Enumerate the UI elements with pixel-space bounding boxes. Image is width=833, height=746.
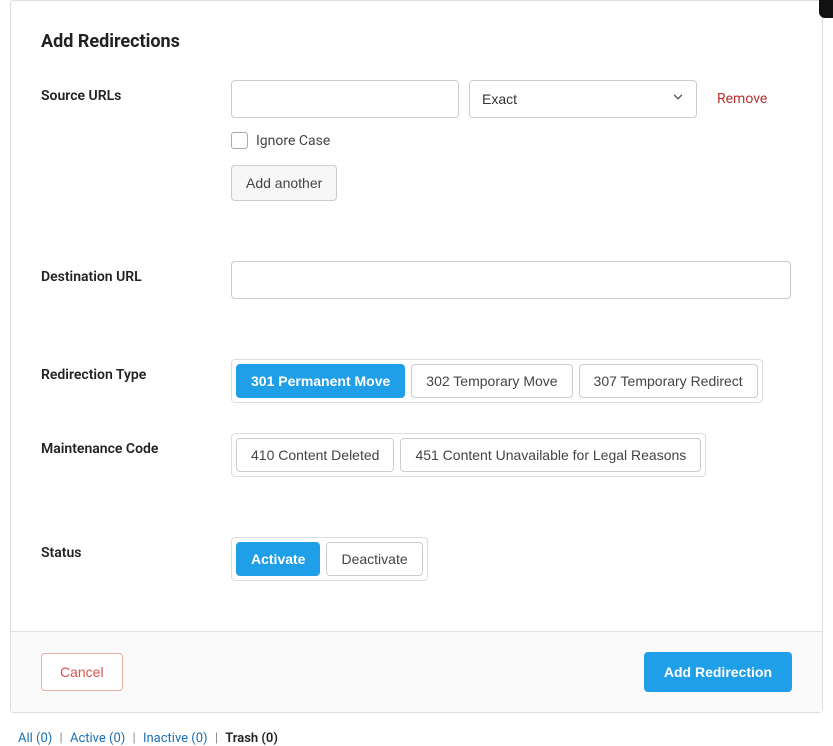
maintenance-code-controls: 410 Content Deleted 451 Content Unavaila… bbox=[231, 433, 792, 477]
maintenance-code-group: 410 Content Deleted 451 Content Unavaila… bbox=[231, 433, 706, 477]
source-url-input[interactable] bbox=[231, 80, 459, 118]
tab-inactive[interactable]: Inactive (0) bbox=[143, 731, 208, 746]
ignore-case-checkbox[interactable] bbox=[231, 132, 248, 149]
pill-301[interactable]: 301 Permanent Move bbox=[236, 364, 405, 398]
label-maintenance-code: Maintenance Code bbox=[41, 433, 231, 457]
tab-separator: | bbox=[133, 731, 136, 746]
redirection-type-group: 301 Permanent Move 302 Temporary Move 30… bbox=[231, 359, 763, 403]
add-redirections-panel: Add Redirections Source URLs Exact Remov… bbox=[10, 0, 823, 713]
redirection-type-controls: 301 Permanent Move 302 Temporary Move 30… bbox=[231, 359, 792, 403]
status-group: Activate Deactivate bbox=[231, 537, 428, 581]
panel-footer: Cancel Add Redirection bbox=[11, 631, 822, 712]
match-type-select[interactable]: Exact bbox=[469, 80, 697, 118]
cancel-button[interactable]: Cancel bbox=[41, 653, 123, 691]
row-maintenance-code: Maintenance Code 410 Content Deleted 451… bbox=[41, 433, 792, 477]
match-type-select-wrap: Exact bbox=[469, 80, 697, 118]
status-controls: Activate Deactivate bbox=[231, 537, 792, 581]
source-url-row: Exact Remove bbox=[231, 80, 792, 118]
ignore-case-row: Ignore Case bbox=[231, 132, 792, 149]
pill-deactivate[interactable]: Deactivate bbox=[326, 542, 422, 576]
pill-451[interactable]: 451 Content Unavailable for Legal Reason… bbox=[400, 438, 701, 472]
row-redirection-type: Redirection Type 301 Permanent Move 302 … bbox=[41, 359, 792, 403]
label-source-urls: Source URLs bbox=[41, 80, 231, 104]
pill-302[interactable]: 302 Temporary Move bbox=[411, 364, 572, 398]
tab-all[interactable]: All (0) bbox=[18, 731, 52, 746]
destination-controls bbox=[231, 261, 792, 299]
add-another-button[interactable]: Add another bbox=[231, 165, 337, 201]
pill-307[interactable]: 307 Temporary Redirect bbox=[579, 364, 758, 398]
tab-separator: | bbox=[60, 731, 63, 746]
tab-trash[interactable]: Trash (0) bbox=[225, 731, 278, 746]
row-source-urls: Source URLs Exact Remove bbox=[41, 80, 792, 201]
remove-source-link[interactable]: Remove bbox=[717, 91, 767, 107]
source-controls: Exact Remove Ignore Case Add another bbox=[231, 80, 792, 201]
label-redirection-type: Redirection Type bbox=[41, 359, 231, 383]
panel-title: Add Redirections bbox=[41, 31, 792, 52]
ignore-case-label: Ignore Case bbox=[256, 133, 330, 149]
pill-activate[interactable]: Activate bbox=[236, 542, 320, 576]
pill-410[interactable]: 410 Content Deleted bbox=[236, 438, 394, 472]
tab-separator: | bbox=[215, 731, 218, 746]
add-redirection-button[interactable]: Add Redirection bbox=[644, 652, 792, 692]
label-status: Status bbox=[41, 537, 231, 561]
label-destination-url: Destination URL bbox=[41, 261, 231, 285]
window-corner-decoration bbox=[819, 0, 833, 18]
tab-active[interactable]: Active (0) bbox=[70, 731, 125, 746]
row-destination-url: Destination URL bbox=[41, 261, 792, 299]
panel-body: Add Redirections Source URLs Exact Remov… bbox=[11, 1, 822, 631]
destination-url-input[interactable] bbox=[231, 261, 791, 299]
row-status: Status Activate Deactivate bbox=[41, 537, 792, 581]
filter-tabs: All (0) | Active (0) | Inactive (0) | Tr… bbox=[18, 731, 823, 746]
